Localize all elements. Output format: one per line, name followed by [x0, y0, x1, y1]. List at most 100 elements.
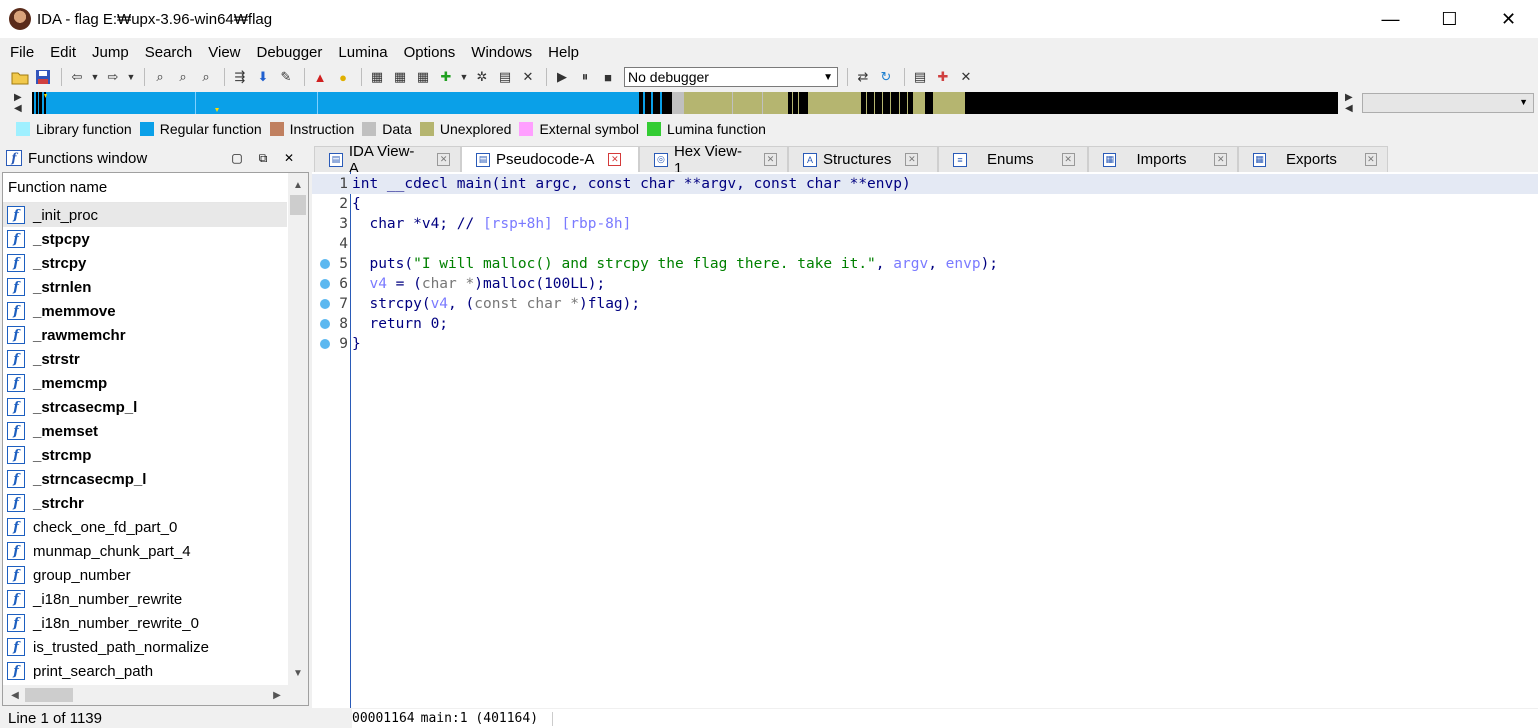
navigator-band[interactable]: [32, 92, 1338, 114]
scroll-thumb[interactable]: [25, 688, 73, 702]
down-arrow-icon[interactable]: ⬇: [253, 67, 273, 87]
tab-imports[interactable]: ▦ Imports ✕: [1088, 146, 1238, 172]
menu-windows[interactable]: Windows: [463, 44, 540, 61]
horizontal-scrollbar[interactable]: ◀ ▶: [3, 685, 308, 705]
tab-hex-view-1[interactable]: ◎ Hex View-1 ✕: [639, 143, 788, 177]
breakpoint-dot-icon[interactable]: [320, 279, 330, 289]
code-line[interactable]: 2 {: [312, 194, 1538, 214]
close-icon[interactable]: ✕: [437, 153, 451, 166]
breakpoint-dot-icon[interactable]: [320, 339, 330, 349]
menu-view[interactable]: View: [200, 44, 248, 61]
function-row[interactable]: f _strchr: [3, 491, 287, 515]
play-icon[interactable]: ▶: [552, 67, 572, 87]
nav-right-arrow-icon[interactable]: ▶ ◀: [1345, 92, 1355, 114]
debugger-select[interactable]: No debugger ▼: [624, 67, 838, 87]
refresh-icon[interactable]: ↻: [876, 67, 896, 87]
warning-icon[interactable]: ▲: [310, 67, 330, 87]
tab-structures[interactable]: A Structures ✕: [788, 146, 938, 172]
list-icon[interactable]: ▤: [910, 67, 930, 87]
function-row[interactable]: f _i18n_number_rewrite: [3, 587, 287, 611]
menu-jump[interactable]: Jump: [84, 44, 137, 61]
tab-ida-view-a[interactable]: ▤ IDA View-A ✕: [314, 143, 461, 177]
function-row[interactable]: f _strstr: [3, 347, 287, 371]
menu-search[interactable]: Search: [137, 44, 201, 61]
scroll-right-icon[interactable]: ▶: [267, 685, 287, 705]
code-line[interactable]: 4: [312, 234, 1538, 254]
function-row[interactable]: f _i18n_number_rewrite_0: [3, 611, 287, 635]
code-text[interactable]: char *v4; // [rsp+8h] [rbp-8h]: [352, 214, 631, 234]
forward-dropdown-icon[interactable]: ▼: [126, 67, 136, 87]
menu-lumina[interactable]: Lumina: [330, 44, 395, 61]
pseudocode-view[interactable]: 1 int __cdecl main(int argc, const char …: [312, 172, 1538, 708]
breakpoint-remove-icon[interactable]: ✕: [956, 67, 976, 87]
open-folder-icon[interactable]: [10, 67, 30, 87]
minimize-button[interactable]: —: [1361, 0, 1420, 38]
float-pane-icon[interactable]: ⧉: [250, 151, 276, 166]
code-text[interactable]: puts("I will malloc() and strcpy the fla…: [352, 254, 998, 274]
menu-help[interactable]: Help: [540, 44, 587, 61]
code-line[interactable]: 9 }: [312, 334, 1538, 354]
code-line[interactable]: 8 return 0;: [312, 314, 1538, 334]
data-icon[interactable]: ▦: [390, 67, 410, 87]
breakpoint-add-icon[interactable]: ✚: [933, 67, 953, 87]
add-dropdown-icon[interactable]: ▼: [459, 67, 469, 87]
code-text[interactable]: int __cdecl main(int argc, const char **…: [352, 174, 911, 194]
undefine-icon[interactable]: ✕: [518, 67, 538, 87]
forward-arrow-icon[interactable]: ⇨: [103, 67, 123, 87]
menu-debugger[interactable]: Debugger: [249, 44, 331, 61]
code-text[interactable]: {: [352, 194, 361, 214]
code-text[interactable]: }: [352, 334, 361, 354]
function-row[interactable]: f group_number: [3, 563, 287, 587]
string-icon[interactable]: ▦: [413, 67, 433, 87]
code-line[interactable]: 6 v4 = (char *)malloc(100LL);: [312, 274, 1538, 294]
code-line[interactable]: 1 int __cdecl main(int argc, const char …: [312, 174, 1538, 194]
text-search-icon[interactable]: ⌕: [173, 67, 193, 87]
navigator-combo[interactable]: ▼: [1362, 93, 1534, 113]
function-row[interactable]: f _memmove: [3, 299, 287, 323]
lightbulb-icon[interactable]: ●: [333, 67, 353, 87]
code-text[interactable]: v4 = (char *)malloc(100LL);: [352, 274, 605, 294]
function-row[interactable]: f _rawmemchr: [3, 323, 287, 347]
close-icon[interactable]: ✕: [1364, 153, 1377, 166]
scroll-up-icon[interactable]: ▲: [288, 175, 308, 195]
close-icon[interactable]: ✕: [1061, 153, 1075, 166]
scroll-down-icon[interactable]: ▼: [288, 663, 308, 683]
function-row[interactable]: f _strcmp: [3, 443, 287, 467]
column-header-function-name[interactable]: Function name: [3, 173, 287, 203]
vertical-scrollbar[interactable]: ▲ ▼: [288, 173, 308, 685]
jump-icon[interactable]: ⇶: [230, 67, 250, 87]
close-icon[interactable]: ✕: [608, 153, 622, 166]
function-row[interactable]: f _strcasecmp_l: [3, 395, 287, 419]
function-row[interactable]: f _init_proc: [3, 203, 287, 227]
close-icon[interactable]: ✕: [764, 153, 777, 166]
function-row[interactable]: f check_one_fd_part_0: [3, 515, 287, 539]
menu-options[interactable]: Options: [396, 44, 464, 61]
scroll-left-icon[interactable]: ◀: [5, 685, 25, 705]
function-row[interactable]: f _strnlen: [3, 275, 287, 299]
pause-icon[interactable]: ⏸: [575, 67, 595, 87]
menu-file[interactable]: File: [2, 44, 42, 61]
function-row[interactable]: f _memset: [3, 419, 287, 443]
function-row[interactable]: f _memcmp: [3, 371, 287, 395]
maximize-button[interactable]: ☐: [1420, 0, 1479, 38]
close-icon[interactable]: ✕: [905, 153, 919, 166]
scroll-thumb[interactable]: [290, 195, 306, 215]
code-icon[interactable]: ▦: [367, 67, 387, 87]
back-dropdown-icon[interactable]: ▼: [90, 67, 100, 87]
function-row[interactable]: f munmap_chunk_part_4: [3, 539, 287, 563]
code-text[interactable]: return 0;: [352, 314, 448, 334]
nav-left-arrow-icon[interactable]: ▶ ◀: [14, 92, 24, 114]
back-arrow-icon[interactable]: ⇦: [67, 67, 87, 87]
breakpoint-dot-icon[interactable]: [320, 319, 330, 329]
save-icon[interactable]: [33, 67, 53, 87]
function-row[interactable]: f is_trusted_path_normalize: [3, 635, 287, 659]
tab-enums[interactable]: ≡ Enums ✕: [938, 146, 1088, 172]
code-line[interactable]: 5 puts("I will malloc() and strcpy the f…: [312, 254, 1538, 274]
mark-icon[interactable]: ✎: [276, 67, 296, 87]
gear-icon[interactable]: ✲: [472, 67, 492, 87]
restore-pane-icon[interactable]: ▢: [224, 151, 250, 165]
binary-search-icon[interactable]: ⌕: [150, 67, 170, 87]
add-icon[interactable]: ✚: [436, 67, 456, 87]
function-row[interactable]: f _stpcpy: [3, 227, 287, 251]
breakpoint-dot-icon[interactable]: [320, 299, 330, 309]
